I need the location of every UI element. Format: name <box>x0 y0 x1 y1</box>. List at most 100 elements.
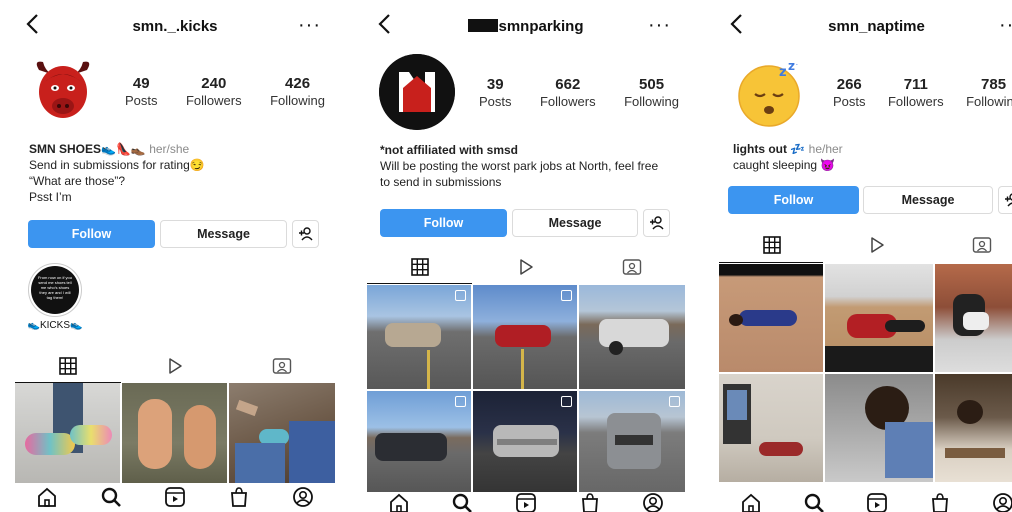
stat-followers[interactable]: 240 Followers <box>186 75 242 109</box>
stat-number: 785 <box>981 76 1007 93</box>
bottom-nav <box>719 492 1012 512</box>
post-thumbnail[interactable] <box>229 383 335 483</box>
post-thumbnail[interactable] <box>719 374 823 482</box>
stat-number: 662 <box>555 76 581 93</box>
svg-text:z: z <box>796 55 802 68</box>
highlight-label: 👟KICKS👟 <box>27 320 83 331</box>
story-highlight[interactable]: From now on if you send me shoes tell me… <box>27 263 83 331</box>
profile-tabs <box>15 351 335 381</box>
bio-name: *not affiliated with smsd <box>380 143 519 157</box>
shop-icon[interactable] <box>579 492 601 512</box>
stat-number: 240 <box>201 75 227 92</box>
add-person-icon <box>1004 193 1012 207</box>
more-icon[interactable]: ··· <box>298 14 321 37</box>
svg-text:z: z <box>788 59 795 73</box>
tab-grid[interactable] <box>367 252 473 282</box>
post-thumbnail[interactable] <box>367 285 471 389</box>
add-person-button[interactable] <box>643 209 670 237</box>
reels-nav-icon[interactable] <box>164 486 186 508</box>
active-tab-indicator <box>719 262 823 263</box>
add-person-button[interactable] <box>292 220 319 248</box>
multi-photo-icon <box>561 396 572 407</box>
post-thumbnail[interactable] <box>825 374 933 482</box>
add-person-icon <box>649 216 664 230</box>
shop-icon[interactable] <box>228 486 250 508</box>
stat-posts[interactable]: 39 Posts <box>479 76 512 110</box>
stat-following[interactable]: 505 Following <box>624 76 679 110</box>
avatar[interactable] <box>25 52 101 128</box>
tab-grid[interactable] <box>15 351 122 381</box>
home-icon[interactable] <box>36 486 58 508</box>
reels-icon <box>520 259 533 275</box>
tab-reels[interactable] <box>473 252 579 282</box>
profile-icon[interactable] <box>642 492 664 512</box>
stat-posts[interactable]: 266 Posts <box>833 76 866 110</box>
follow-button[interactable]: Follow <box>728 186 859 214</box>
tab-reels[interactable] <box>122 351 229 381</box>
post-thumbnail[interactable] <box>935 264 1012 372</box>
stat-number: 49 <box>132 75 150 92</box>
post-thumbnail[interactable] <box>825 264 933 372</box>
bio: *not affiliated with smsd Will be postin… <box>380 142 680 190</box>
search-icon[interactable] <box>451 492 473 512</box>
profile-panel-parking: smnparking ··· 39 Posts 662 Followers 50… <box>367 0 685 512</box>
pronouns: her/she <box>149 142 190 156</box>
stat-followers[interactable]: 711 Followers <box>888 76 944 110</box>
post-thumbnail[interactable] <box>579 285 685 389</box>
avatar[interactable] <box>379 54 455 130</box>
add-person-button[interactable] <box>998 186 1012 214</box>
tab-tagged[interactable] <box>228 351 335 381</box>
stat-posts[interactable]: 49 Posts <box>125 75 158 109</box>
top-bar: smn._.kicks ··· <box>15 10 335 44</box>
profile-icon[interactable] <box>992 492 1012 512</box>
username-text: smnparking <box>498 18 584 35</box>
stat-label: Following <box>270 93 325 108</box>
post-thumbnail[interactable] <box>367 391 471 495</box>
message-button[interactable]: Message <box>160 220 287 248</box>
profile-panel-kicks: smn._.kicks ··· 49 Posts 240 Followers 4 <box>15 0 335 512</box>
stat-label: Posts <box>833 94 866 109</box>
post-thumbnail[interactable] <box>935 374 1012 482</box>
more-icon[interactable]: ··· <box>999 14 1012 37</box>
reels-nav-icon[interactable] <box>866 492 888 512</box>
post-grid <box>719 264 1012 482</box>
post-thumbnail[interactable] <box>719 264 823 372</box>
home-icon[interactable] <box>740 492 762 512</box>
shop-icon[interactable] <box>929 492 951 512</box>
post-thumbnail[interactable] <box>473 285 577 389</box>
tab-reels[interactable] <box>824 230 929 260</box>
post-thumbnail[interactable] <box>15 383 120 483</box>
tab-tagged[interactable] <box>930 230 1012 260</box>
more-icon[interactable]: ··· <box>648 14 671 37</box>
post-thumbnail[interactable] <box>473 391 577 495</box>
bio-emoji: 👟👠👞 <box>101 142 146 156</box>
tab-grid[interactable] <box>719 230 824 260</box>
bio-emoji: 💤 <box>790 142 806 156</box>
post-thumbnail[interactable] <box>579 391 685 495</box>
stat-label: Followers <box>887 94 944 109</box>
profile-stats: 266 Posts 711 Followers 785 Following <box>833 76 1012 110</box>
stat-following[interactable]: 426 Following <box>270 75 325 109</box>
profile-icon[interactable] <box>292 486 314 508</box>
svg-text:z: z <box>779 65 787 80</box>
bio-name: SMN SHOES <box>29 142 102 156</box>
grid-icon <box>762 236 781 254</box>
profile-tabs <box>719 230 1012 260</box>
follow-button[interactable]: Follow <box>380 209 507 237</box>
tab-tagged[interactable] <box>579 252 685 282</box>
reels-nav-icon[interactable] <box>515 492 537 512</box>
stat-followers[interactable]: 662 Followers <box>540 76 596 110</box>
search-icon[interactable] <box>100 486 122 508</box>
profile-stats: 39 Posts 662 Followers 505 Following <box>479 76 679 110</box>
avatar[interactable]: z z z <box>733 54 809 130</box>
post-thumbnail[interactable] <box>122 383 227 483</box>
stat-label: Following <box>966 94 1012 109</box>
home-icon[interactable] <box>388 492 410 512</box>
message-button[interactable]: Message <box>863 186 993 214</box>
follow-button[interactable]: Follow <box>28 220 155 248</box>
multi-photo-icon <box>455 290 466 301</box>
bottom-nav <box>15 486 335 512</box>
message-button[interactable]: Message <box>512 209 638 237</box>
search-icon[interactable] <box>803 492 825 512</box>
stat-following[interactable]: 785 Following <box>966 76 1012 110</box>
